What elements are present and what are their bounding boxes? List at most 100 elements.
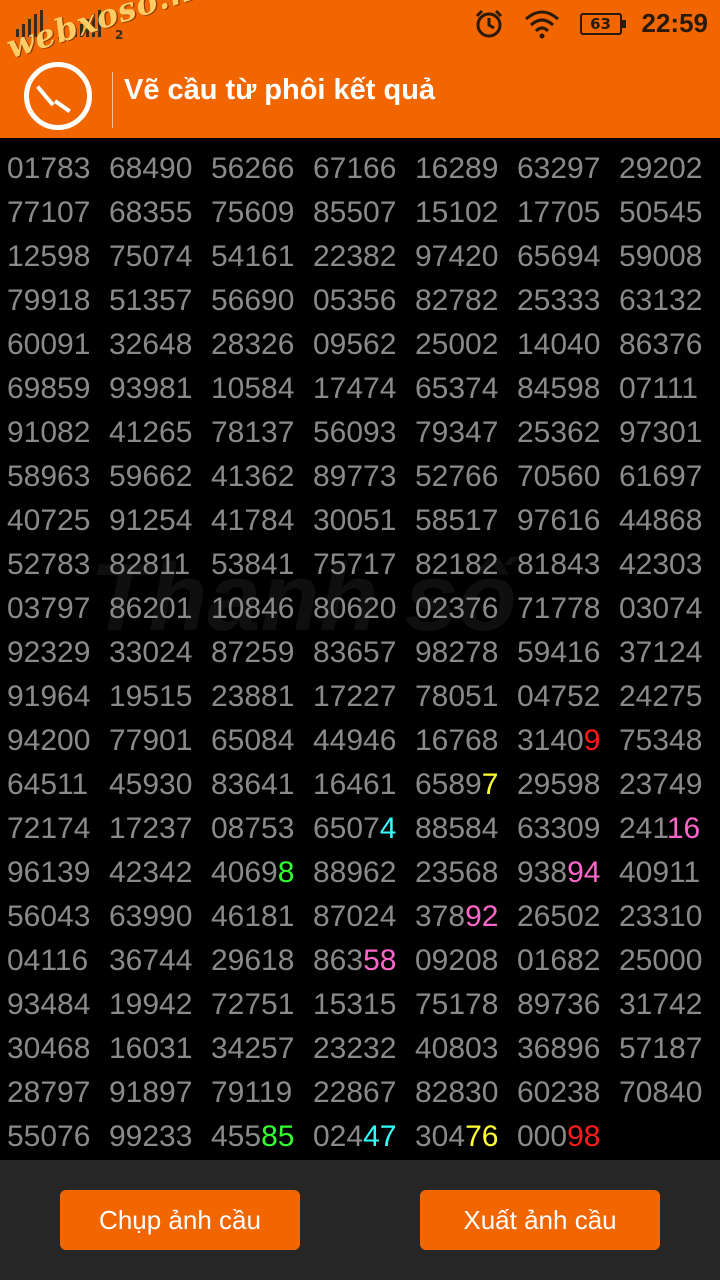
cell-digits: 61697 [619,460,703,493]
grid-cell: 58517 [415,504,517,538]
grid-cell: 45585 [211,1120,313,1154]
cell-digits: 19942 [109,988,193,1021]
grid-cell: 63309 [517,812,619,846]
cell-digits: 79119 [211,1076,293,1109]
cell-digits: 6507 [313,812,380,845]
grid-row: 91964 19515 23881 17227 78051 04752 24275 [0,680,720,724]
highlighted-digits: 7 [481,768,499,801]
grid-cell: 42342 [109,856,211,890]
grid-cell: 40698 [211,856,313,890]
app-logo-icon[interactable] [24,62,92,130]
grid-cell: 40911 [619,856,720,890]
grid-cell: 70560 [517,460,619,494]
highlighted-digits: 98 [567,1120,601,1153]
cell-digits: 23749 [619,768,703,801]
grid-cell: 64511 [7,768,109,802]
cell-digits: 56266 [211,152,295,185]
cell-digits: 87259 [211,636,295,669]
cell-digits: 22382 [313,240,397,273]
cell-digits: 65084 [211,724,295,757]
grid-cell: 15102 [415,196,517,230]
cell-digits: 65374 [415,372,499,405]
grid-cell: 17474 [313,372,415,406]
grid-cell: 67166 [313,152,415,186]
cell-digits: 44868 [619,504,703,537]
cell-digits: 42303 [619,548,703,581]
cell-digits: 60091 [7,328,91,361]
cell-digits: 93981 [109,372,193,405]
cell-digits: 70840 [619,1076,703,1109]
cell-digits: 04116 [7,944,89,977]
grid-cell: 72174 [7,812,109,846]
grid-row: 91082 41265 78137 56093 79347 25362 97301 [0,416,720,460]
grid-row: 92329 33024 87259 83657 98278 59416 37124 [0,636,720,680]
export-image-button[interactable]: Xuất ảnh cầu [420,1190,660,1250]
grid-cell: 91897 [109,1076,211,1110]
grid-cell: 63297 [517,152,619,186]
grid-cell: 01682 [517,944,619,978]
cell-digits: 88584 [415,812,499,845]
cell-digits: 10584 [211,372,295,405]
grid-cell: 87259 [211,636,313,670]
cell-digits: 30051 [313,504,397,537]
grid-cell: 75609 [211,196,313,230]
cell-digits: 03797 [7,592,91,625]
grid-cell: 81843 [517,548,619,582]
grid-cell: 17705 [517,196,619,230]
cell-digits: 241 [619,812,667,845]
grid-cell: 86201 [109,592,211,626]
cell-digits: 88962 [313,856,397,889]
cell-digits: 56093 [313,416,397,449]
cell-digits: 82830 [415,1076,499,1109]
cell-digits: 23881 [211,680,295,713]
grid-row: 79918 51357 56690 05356 82782 25333 63132 [0,284,720,328]
grid-cell: 29202 [619,152,720,186]
grid-cell: 52766 [415,460,517,494]
cell-digits: 17227 [313,680,397,713]
highlighted-digits: 94 [567,856,601,889]
grid-cell: 58963 [7,460,109,494]
cell-digits: 98278 [415,636,499,669]
highlighted-digits: 76 [465,1120,499,1153]
grid-cell: 69859 [7,372,109,406]
grid-cell: 88584 [415,812,517,846]
grid-cell: 85507 [313,196,415,230]
grid-cell: 80620 [313,592,415,626]
grid-cell: 46181 [211,900,313,934]
grid-row: 30468 16031 34257 23232 40803 36896 57187 [0,1032,720,1076]
grid-cell: 92329 [7,636,109,670]
grid-cell: 89773 [313,460,415,494]
grid-cell: 91082 [7,416,109,450]
grid-cell: 10584 [211,372,313,406]
grid-cell: 24275 [619,680,720,714]
grid-row: 93484 19942 72751 15315 75178 89736 31742 [0,988,720,1032]
grid-cell: 42303 [619,548,720,582]
grid-cell: 59662 [109,460,211,494]
cell-digits: 59008 [619,240,703,273]
cell-digits: 07111 [619,372,698,405]
cell-digits: 17237 [109,812,193,845]
grid-cell: 22382 [313,240,415,274]
grid-cell: 09208 [415,944,517,978]
capture-image-button[interactable]: Chụp ảnh cầu [60,1190,300,1250]
cell-digits: 29618 [211,944,295,977]
grid-cell: 61697 [619,460,720,494]
cell-digits: 41265 [109,416,193,449]
cell-digits: 82182 [415,548,499,581]
grid-cell: 68355 [109,196,211,230]
grid-cell: 04752 [517,680,619,714]
grid-cell: 60238 [517,1076,619,1110]
grid-cell: 63132 [619,284,720,318]
grid-row: 55076 99233 45585 02447 30476 00098 [0,1120,720,1160]
grid-cell: 29598 [517,768,619,802]
clock: 22:59 [641,8,709,38]
cell-digits: 30468 [7,1032,91,1065]
cell-digits: 82811 [109,548,191,581]
cell-digits: 75717 [313,548,397,581]
grid-cell: 86358 [313,944,415,978]
cell-digits: 51357 [109,284,193,317]
cell-digits: 92329 [7,636,91,669]
cell-digits: 56043 [7,900,91,933]
cell-digits: 25002 [415,328,499,361]
grid-cell: 44946 [313,724,415,758]
